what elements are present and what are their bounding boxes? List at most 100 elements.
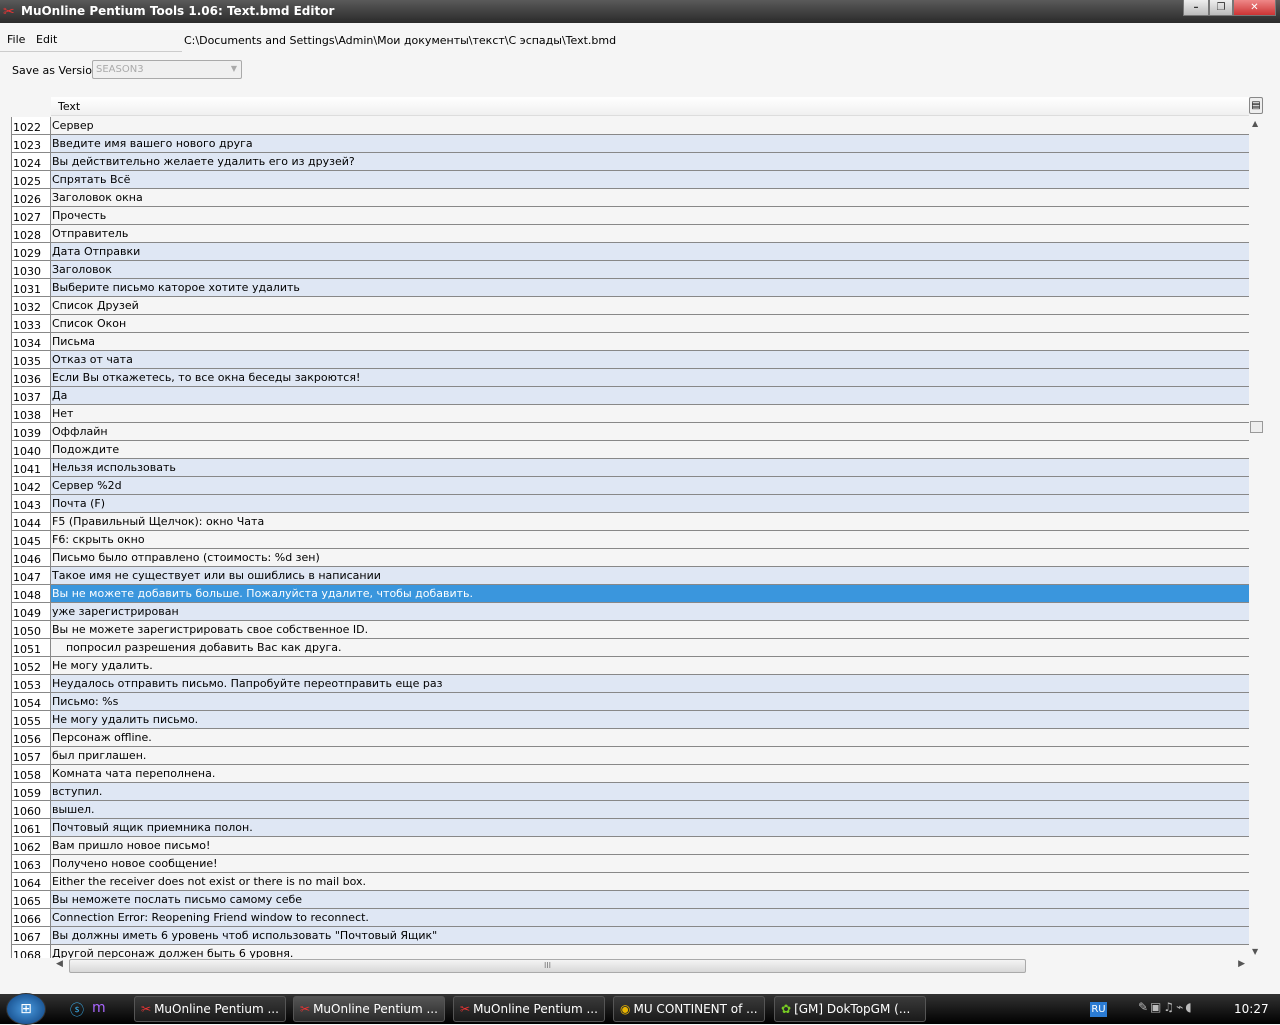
table-row[interactable]: 1048 Вы не можете добавить больше. Пожалу… [11,585,1249,603]
row-text-cell[interactable]: Either the receiver does not exist or th… [51,873,1249,891]
row-text-cell[interactable]: Не могу удалить. [51,657,1249,675]
row-text-cell[interactable]: Вы действительно желаете удалить его из … [51,153,1249,171]
row-id[interactable]: 1045 [11,531,51,549]
table-row[interactable]: 1029 Дата Отправки [11,243,1249,261]
table-row[interactable]: 1062 Вам пришло новое письмо! [11,837,1249,855]
table-row[interactable]: 1023 Введите имя вашего нового друга [11,135,1249,153]
row-id[interactable]: 1066 [11,909,51,927]
row-id[interactable]: 1031 [11,279,51,297]
row-text-cell[interactable]: Неудалось отправить письмо. Папробуйте п… [51,675,1249,693]
row-text-cell[interactable]: Список Окон [51,315,1249,333]
table-row[interactable]: 1036 Если Вы откажетесь, то все окна бесе… [11,369,1249,387]
row-text-cell[interactable]: Connection Error: Reopening Friend windo… [51,909,1249,927]
table-row[interactable]: 1037 Да [11,387,1249,405]
table-row[interactable]: 1026 Заголовок окна [11,189,1249,207]
scroll-down-icon[interactable]: ▼ [1252,947,1258,956]
row-text-cell[interactable]: Письмо было отправлено (стоимость: %d зе… [51,549,1249,567]
row-text-cell[interactable]: Оффлайн [51,423,1249,441]
row-text-cell[interactable]: Спрятать Всё [51,171,1249,189]
row-text-cell[interactable]: Вы не можете добавить больше. Пожалуйста… [51,585,1249,603]
row-id[interactable]: 1034 [11,333,51,351]
row-text-cell[interactable]: Если Вы откажетесь, то все окна беседы з… [51,369,1249,387]
table-row[interactable]: 1051 попросил разрешения добавить Вас ка… [11,639,1249,657]
row-id[interactable]: 1053 [11,675,51,693]
row-id[interactable]: 1044 [11,513,51,531]
row-id[interactable]: 1029 [11,243,51,261]
skype-icon[interactable]: ⓢ [70,1000,84,1020]
row-text-cell[interactable]: Заголовок [51,261,1249,279]
table-row[interactable]: 1043 Почта (F) [11,495,1249,513]
table-row[interactable]: 1024 Вы действительно желаете удалить его… [11,153,1249,171]
row-text-cell[interactable]: Получено новое сообщение! [51,855,1249,873]
table-row[interactable]: 1038 Нет [11,405,1249,423]
row-text-cell[interactable]: Письма [51,333,1249,351]
table-row[interactable]: 1064 Either the receiver does not exist o… [11,873,1249,891]
row-text-cell[interactable]: Вы должны иметь 6 уровень чтоб использов… [51,927,1249,945]
scroll-left-icon[interactable]: ◀ [56,959,63,969]
row-text-cell[interactable]: Вы неможете послать письмо самому себе [51,891,1249,909]
row-id[interactable]: 1028 [11,225,51,243]
table-row[interactable]: 1052 Не могу удалить. [11,657,1249,675]
row-id[interactable]: 1063 [11,855,51,873]
row-text-cell[interactable]: Отказ от чата [51,351,1249,369]
column-header-text[interactable]: Text [51,97,1249,116]
table-row[interactable]: 1030 Заголовок [11,261,1249,279]
table-row[interactable]: 1065 Вы неможете послать письмо самому се… [11,891,1249,909]
taskbar-item[interactable]: ✂ MuOnline Pentium ... [453,996,605,1022]
row-text-cell[interactable]: Введите имя вашего нового друга [51,135,1249,153]
row-text-cell[interactable]: Не могу удалить письмо. [51,711,1249,729]
start-button[interactable]: ⊞ [6,993,46,1025]
vertical-scrollbar[interactable]: ▲ ▼ [1249,117,1263,958]
scroll-up-icon[interactable]: ▲ [1252,119,1258,128]
row-text-cell[interactable]: Персонаж offline. [51,729,1249,747]
table-row[interactable]: 1033 Список Окон [11,315,1249,333]
table-row[interactable]: 1046 Письмо было отправлено (стоимость: %… [11,549,1249,567]
row-id[interactable]: 1065 [11,891,51,909]
table-row[interactable]: 1054 Письмо: %s [11,693,1249,711]
row-text-cell[interactable]: вышел. [51,801,1249,819]
row-id[interactable]: 1054 [11,693,51,711]
system-tray-icons[interactable]: ✎▣♫⌁◖ [1138,1000,1194,1014]
close-button[interactable]: ✕ [1233,0,1276,16]
row-text-cell[interactable]: Выберите письмо каторое хотите удалить [51,279,1249,297]
table-row[interactable]: 1067 Вы должны иметь 6 уровень чтоб испол… [11,927,1249,945]
row-text-cell[interactable]: Сервер %2d [51,477,1249,495]
table-row[interactable]: 1055 Не могу удалить письмо. [11,711,1249,729]
horizontal-scroll-thumb[interactable]: III [69,959,1026,973]
table-row[interactable]: 1027 Прочесть [11,207,1249,225]
row-text-cell[interactable]: Подождите [51,441,1249,459]
table-row[interactable]: 1063 Получено новое сообщение! [11,855,1249,873]
table-row[interactable]: 1060 вышел. [11,801,1249,819]
row-id[interactable]: 1049 [11,603,51,621]
row-text-cell[interactable]: Да [51,387,1249,405]
row-id[interactable]: 1047 [11,567,51,585]
row-text-cell[interactable]: Вам пришло новое письмо! [51,837,1249,855]
minimize-button[interactable]: – [1183,0,1209,16]
menu-file[interactable]: File [7,33,25,46]
table-row[interactable]: 1058 Комната чата переполнена. [11,765,1249,783]
row-text-cell[interactable]: был приглашен. [51,747,1249,765]
taskbar-item[interactable]: ✂ MuOnline Pentium ... [293,996,445,1022]
row-text-cell[interactable]: Письмо: %s [51,693,1249,711]
row-id[interactable]: 1061 [11,819,51,837]
table-row[interactable]: 1045 F6: скрыть окно [11,531,1249,549]
row-id[interactable]: 1059 [11,783,51,801]
table-row[interactable]: 1047 Такое имя не существует или вы ошибл… [11,567,1249,585]
row-text-cell[interactable]: попросил разрешения добавить Вас как дру… [51,639,1249,657]
table-row[interactable]: 1022 Сервер [11,117,1249,135]
row-id[interactable]: 1026 [11,189,51,207]
horizontal-scrollbar[interactable]: ◀ III ▶ [51,958,1249,974]
table-row[interactable]: 1035 Отказ от чата [11,351,1249,369]
row-id[interactable]: 1048 [11,585,51,603]
row-text-cell[interactable]: Нельзя использовать [51,459,1249,477]
row-id[interactable]: 1042 [11,477,51,495]
row-id[interactable]: 1032 [11,297,51,315]
row-id[interactable]: 1037 [11,387,51,405]
taskbar-item[interactable]: ✂ MuOnline Pentium ... [134,996,286,1022]
taskbar-item[interactable]: ✿ [GM] DokTopGM (... [774,996,926,1022]
row-id[interactable]: 1023 [11,135,51,153]
taskbar-item[interactable]: ◉ MU CONTINENT of ... [613,996,765,1022]
row-id[interactable]: 1060 [11,801,51,819]
table-row[interactable]: 1049 уже зарегистрирован [11,603,1249,621]
row-id[interactable]: 1033 [11,315,51,333]
